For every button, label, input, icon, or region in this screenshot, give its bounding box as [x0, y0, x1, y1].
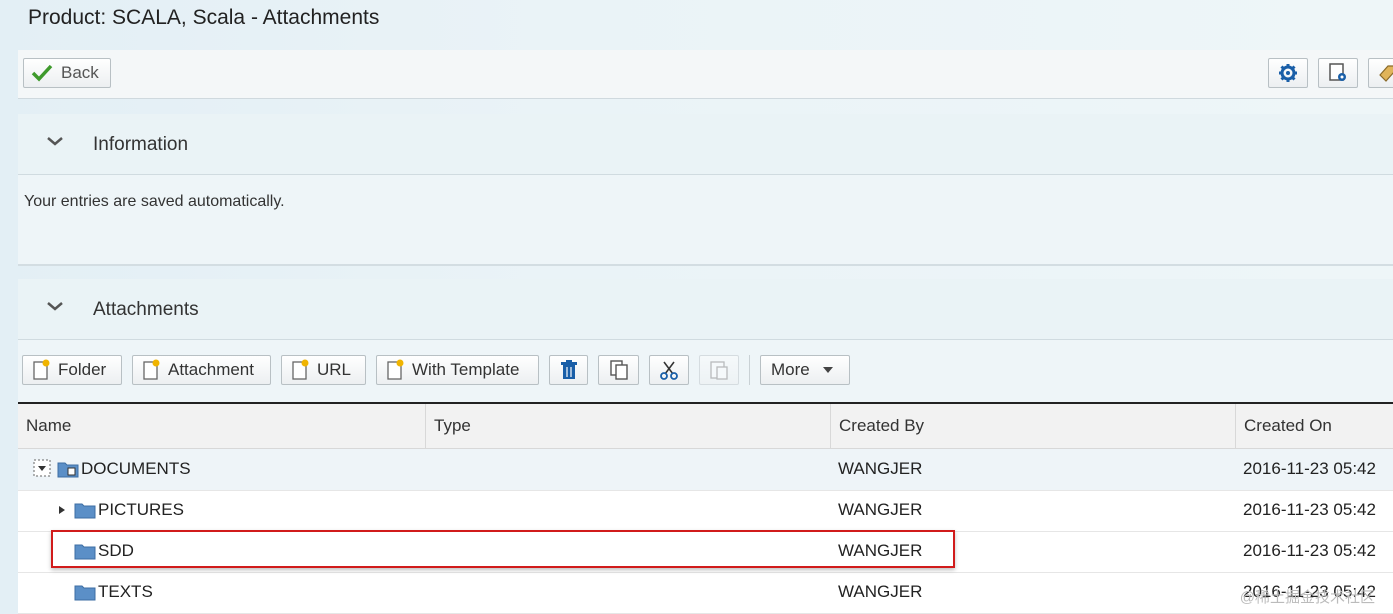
collapse-toggle-icon[interactable]: [33, 459, 51, 477]
trash-icon: [560, 359, 578, 381]
row-name: TEXTS: [98, 582, 153, 601]
checkmark-icon: [31, 64, 53, 82]
page-title: Product: SCALA, Scala - Attachments: [28, 6, 380, 29]
new-document-icon: [291, 359, 309, 381]
scissors-icon: [659, 359, 679, 381]
folder-button-label: Folder: [58, 360, 107, 379]
back-button-label: Back: [61, 63, 99, 82]
paste-button[interactable]: [699, 355, 739, 385]
new-folder-button[interactable]: Folder: [22, 355, 122, 385]
settings-button[interactable]: [1268, 58, 1308, 88]
chevron-down-icon[interactable]: [46, 135, 64, 153]
new-attachment-button[interactable]: Attachment: [132, 355, 271, 385]
row-name: PICTURES: [98, 500, 184, 519]
information-panel: Information Your entries are saved autom…: [18, 114, 1393, 266]
expand-arrow-icon[interactable]: [58, 505, 66, 515]
info-message: Your entries are saved automatically.: [24, 193, 285, 210]
watermark: @稀土掘金技术社区: [1239, 589, 1375, 606]
information-panel-title: Information: [93, 134, 189, 155]
page-settings-button[interactable]: [1318, 58, 1358, 88]
column-header-name[interactable]: Name: [18, 404, 426, 448]
more-button-label: More: [771, 360, 810, 379]
row-created-on: 2016-11-23 05:42: [1243, 500, 1376, 519]
row-name: SDD: [98, 541, 134, 560]
table-header: Name Type Created By Created On: [18, 404, 1393, 449]
page-gear-icon: [1327, 62, 1349, 84]
new-url-button[interactable]: URL: [281, 355, 366, 385]
dropdown-arrow-icon: [822, 365, 834, 375]
row-created-by: WANGJER: [838, 541, 923, 560]
url-button-label: URL: [317, 360, 352, 379]
folder-icon: [74, 584, 96, 601]
attachments-table: Name Type Created By Created On DOCUMENT…: [18, 402, 1393, 614]
table-row[interactable]: TEXTS WANGJER 2016-11-23 05:42: [18, 572, 1393, 614]
attachments-panel-header[interactable]: Attachments: [18, 279, 1393, 340]
row-created-by: WANGJER: [838, 500, 923, 519]
attachments-panel-title: Attachments: [93, 299, 199, 320]
table-row[interactable]: SDD WANGJER 2016-11-23 05:42: [18, 531, 1393, 573]
attachment-button-label: Attachment: [168, 360, 254, 379]
row-created-by: WANGJER: [838, 459, 923, 478]
gear-icon: [1278, 63, 1298, 83]
new-document-icon: [386, 359, 404, 381]
delete-button[interactable]: [549, 355, 588, 385]
row-created-on: 2016-11-23 05:42: [1243, 459, 1376, 478]
paste-icon: [709, 359, 729, 381]
with-template-button-label: With Template: [412, 360, 520, 379]
column-header-created-on[interactable]: Created On: [1236, 404, 1393, 448]
column-header-type[interactable]: Type: [426, 404, 831, 448]
copy-icon: [609, 359, 629, 381]
table-row[interactable]: DOCUMENTS WANGJER 2016-11-23 05:42: [18, 449, 1393, 491]
tag-icon: [1378, 63, 1393, 83]
information-panel-header[interactable]: Information: [18, 114, 1393, 175]
toolbar-separator: [749, 355, 750, 385]
folder-icon: [74, 543, 96, 560]
back-button[interactable]: Back: [23, 58, 111, 88]
column-header-created-by[interactable]: Created By: [831, 404, 1236, 448]
row-created-by: WANGJER: [838, 582, 923, 601]
folder-icon: [74, 502, 96, 519]
more-button[interactable]: More: [760, 355, 850, 385]
table-row[interactable]: PICTURES WANGJER 2016-11-23 05:42: [18, 490, 1393, 532]
main-toolbar: Back: [18, 50, 1393, 99]
root-folder-icon: [57, 460, 79, 478]
copy-button[interactable]: [598, 355, 639, 385]
new-document-icon: [142, 359, 160, 381]
chevron-down-icon[interactable]: [46, 300, 64, 318]
row-created-on: 2016-11-23 05:42: [1243, 541, 1376, 560]
tag-button[interactable]: [1368, 58, 1393, 88]
cut-button[interactable]: [649, 355, 689, 385]
new-document-icon: [32, 359, 50, 381]
with-template-button[interactable]: With Template: [376, 355, 539, 385]
row-name: DOCUMENTS: [81, 459, 191, 478]
